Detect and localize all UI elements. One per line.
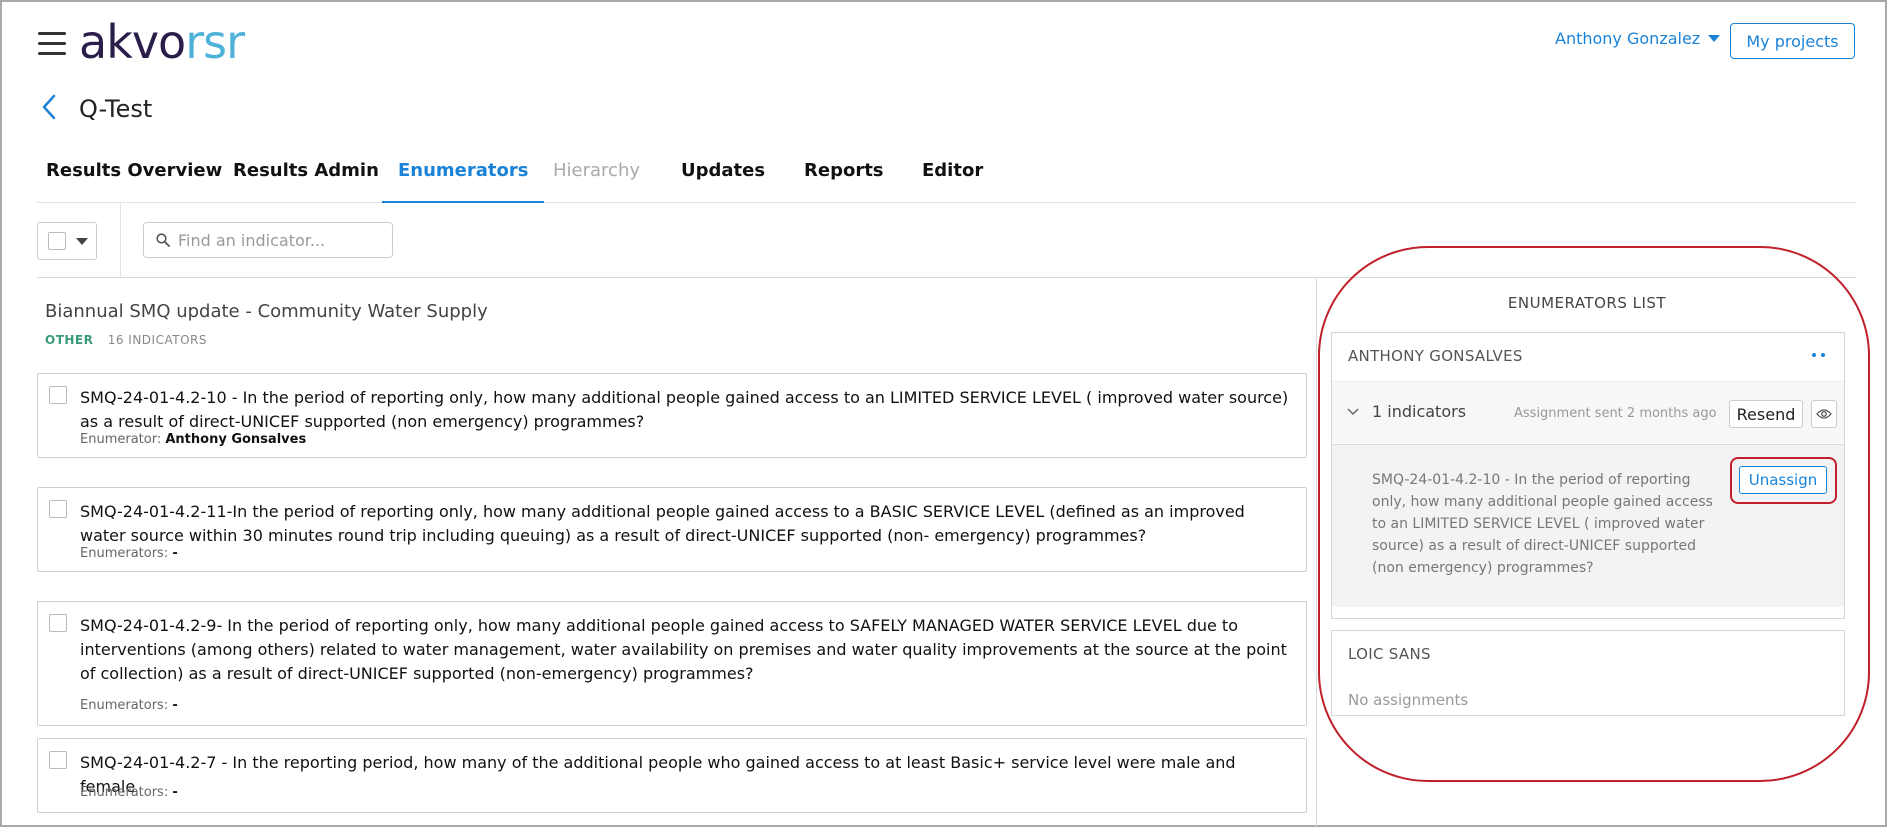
assignment-row: 1 indicators Assignment sent 2 months ag… — [1332, 381, 1844, 443]
enumerator-label: Enumerators: — [80, 698, 169, 713]
resend-button[interactable]: Resend — [1729, 400, 1803, 428]
tab-reports[interactable]: Reports — [804, 160, 884, 203]
toolbar-divider — [120, 203, 121, 277]
chevron-left-icon[interactable] — [40, 94, 58, 120]
indicator-title: SMQ-24-01-4.2-11-In the period of report… — [80, 502, 1245, 545]
indicator-title: SMQ-24-01-4.2-7 - In the reporting perio… — [80, 753, 1236, 796]
eye-icon[interactable] — [1811, 400, 1837, 428]
enumerator-label: Enumerator: — [80, 432, 162, 447]
indicator-title: SMQ-24-01-4.2-10 - In the period of repo… — [80, 388, 1289, 431]
indicator-enumerator: Enumerators: - — [80, 698, 178, 713]
toolbar — [37, 203, 1856, 278]
indicator-enumerator: Enumerators: - — [80, 546, 178, 561]
result-group-title: Biannual SMQ update - Community Water Su… — [45, 301, 488, 322]
indicator-row[interactable]: SMQ-24-01-4.2-10 - In the period of repo… — [37, 373, 1307, 458]
indicator-row[interactable]: SMQ-24-01-4.2-7 - In the reporting perio… — [37, 738, 1307, 813]
tab-results-admin[interactable]: Results Admin — [233, 160, 379, 203]
enumerator-card: LOIC SANS No assignments — [1331, 630, 1845, 716]
akvo-rsr-logo[interactable]: akvorsr — [79, 14, 245, 70]
search-input[interactable] — [178, 230, 378, 250]
user-name: Anthony Gonzalez — [1555, 29, 1701, 48]
unassign-button[interactable]: Unassign — [1739, 466, 1827, 494]
assigned-indicator-item: SMQ-24-01-4.2-10 - In the period of repo… — [1332, 444, 1844, 607]
search-box — [143, 222, 393, 258]
tab-updates[interactable]: Updates — [681, 160, 765, 203]
my-projects-button[interactable]: My projects — [1730, 23, 1855, 59]
search-icon — [156, 233, 170, 247]
tab-bar: Results Overview Results Admin Enumerato… — [37, 145, 1856, 203]
no-assignments-text: No assignments — [1348, 691, 1469, 709]
enumerators-list-title: ENUMERATORS LIST — [1507, 294, 1667, 312]
enumerators-panel: ENUMERATORS LIST ANTHONY GONSALVES 1 ind… — [1318, 278, 1856, 827]
indicator-row[interactable]: SMQ-24-01-4.2-9- In the period of report… — [37, 601, 1307, 726]
assignment-sent-time: Assignment sent 2 months ago — [1514, 406, 1717, 421]
enumerator-label: Enumerators: — [80, 785, 169, 800]
user-menu[interactable]: Anthony Gonzalez — [1555, 29, 1721, 48]
indicator-checkbox[interactable] — [49, 614, 67, 632]
select-all-checkbox[interactable] — [48, 232, 66, 250]
tab-hierarchy[interactable]: Hierarchy — [553, 160, 640, 203]
tab-editor[interactable]: Editor — [922, 160, 983, 203]
enumerator-card: ANTHONY GONSALVES 1 indicators Assignmen… — [1331, 332, 1845, 619]
tab-results-overview[interactable]: Results Overview — [46, 160, 222, 203]
indicator-row[interactable]: SMQ-24-01-4.2-11-In the period of report… — [37, 487, 1307, 572]
enumerator-name: ANTHONY GONSALVES — [1348, 347, 1523, 365]
assigned-indicator-title: SMQ-24-01-4.2-10 - In the period of repo… — [1372, 472, 1713, 576]
indicator-enumerator: Enumerator: Anthony Gonsalves — [80, 432, 306, 447]
result-type-label: OTHER — [45, 333, 94, 347]
indicator-checkbox[interactable] — [49, 386, 67, 404]
enumerator-value: Anthony Gonsalves — [165, 432, 307, 447]
caret-down-icon — [76, 237, 88, 245]
enumerator-value: - — [172, 785, 178, 800]
enumerator-value: - — [172, 698, 178, 713]
indicator-count: 16 INDICATORS — [107, 333, 207, 347]
indicator-checkbox[interactable] — [49, 751, 67, 769]
assigned-indicators-count[interactable]: 1 indicators — [1372, 402, 1466, 421]
enumerator-name: LOIC SANS — [1348, 645, 1431, 663]
indicator-enumerator: Enumerators: - — [80, 785, 178, 800]
enumerator-label: Enumerators: — [80, 546, 169, 561]
tab-enumerators[interactable]: Enumerators — [382, 160, 545, 203]
page-title: Q-Test — [79, 95, 153, 123]
hamburger-menu-icon[interactable] — [38, 30, 66, 55]
bulk-select-dropdown[interactable] — [37, 222, 97, 260]
logo-akvo: akvo — [79, 15, 186, 69]
chevron-down-icon[interactable] — [1346, 406, 1360, 416]
logo-rsr: rsr — [185, 15, 245, 69]
enumerator-value: - — [172, 546, 178, 561]
result-group-meta: OTHER 16 INDICATORS — [45, 333, 207, 347]
more-dots-icon[interactable] — [1810, 353, 1830, 361]
indicators-panel: Biannual SMQ update - Community Water Su… — [37, 278, 1317, 827]
indicator-checkbox[interactable] — [49, 500, 67, 518]
caret-down-icon — [1708, 35, 1721, 42]
indicator-title: SMQ-24-01-4.2-9- In the period of report… — [80, 616, 1287, 683]
